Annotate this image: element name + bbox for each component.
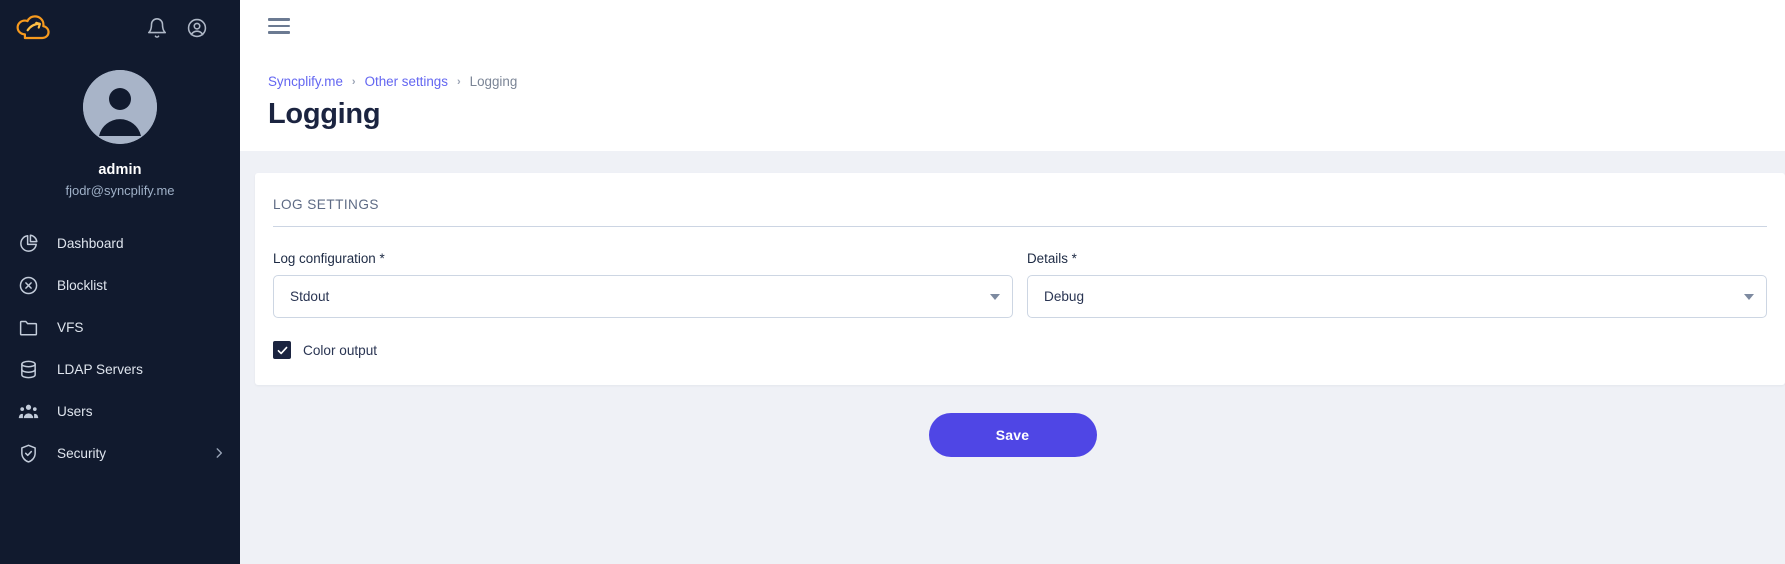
profile-username: admin	[98, 162, 142, 178]
section-title: LOG SETTINGS	[273, 197, 379, 212]
save-button[interactable]: Save	[928, 413, 1097, 457]
content-area: LOG SETTINGS Log configuration * Stdout …	[240, 151, 1785, 564]
sidebar-item-users[interactable]: Users	[0, 390, 240, 432]
sidebar-item-ldap-servers[interactable]: LDAP Servers	[0, 348, 240, 390]
shield-check-icon	[18, 443, 39, 464]
form-actions: Save	[240, 385, 1785, 457]
breadcrumb-item-root[interactable]: Syncplify.me	[268, 74, 343, 89]
main-area: Syncplify.me › Other settings › Logging …	[240, 0, 1785, 564]
form-row: Log configuration * Stdout Details * Deb…	[273, 227, 1767, 318]
sidebar-top-bar	[0, 0, 240, 56]
account-circle-icon[interactable]	[186, 17, 208, 39]
sidebar-item-security[interactable]: Security	[0, 432, 240, 474]
sidebar-item-vfs[interactable]: VFS	[0, 306, 240, 348]
page-title: Logging	[268, 98, 381, 130]
database-icon	[18, 359, 39, 380]
log-configuration-select[interactable]: Stdout	[273, 275, 1013, 318]
profile-email: fjodr@syncplify.me	[65, 183, 175, 198]
sidebar-item-label: Dashboard	[57, 235, 124, 251]
pie-chart-icon	[18, 233, 39, 254]
sidebar-item-label: LDAP Servers	[57, 361, 143, 377]
users-icon	[18, 401, 39, 422]
hamburger-menu-icon[interactable]	[268, 18, 290, 34]
circle-x-icon	[18, 275, 39, 296]
details-label: Details *	[1027, 251, 1077, 266]
sidebar-profile: admin fjodr@syncplify.me	[0, 70, 240, 198]
app-root: admin fjodr@syncplify.me Dashboard Block…	[0, 0, 1785, 564]
sidebar: admin fjodr@syncplify.me Dashboard Block…	[0, 0, 240, 564]
breadcrumb-separator: ›	[456, 75, 461, 88]
details-select[interactable]: Debug	[1027, 275, 1767, 318]
details-value: Debug	[1044, 289, 1085, 304]
sidebar-item-label: VFS	[57, 319, 84, 335]
color-output-label: Color output	[303, 342, 378, 358]
avatar[interactable]	[83, 70, 157, 144]
page-header: Syncplify.me › Other settings › Logging …	[240, 52, 1785, 151]
breadcrumb-item-current: Logging	[469, 74, 518, 89]
chevron-down-icon	[990, 293, 1000, 300]
sidebar-item-label: Blocklist	[57, 277, 107, 293]
sidebar-top-icons	[146, 17, 224, 39]
cloud-swoosh-logo-icon[interactable]	[14, 13, 54, 43]
log-configuration-label: Log configuration *	[273, 251, 385, 266]
folder-icon	[18, 317, 39, 338]
sidebar-nav: Dashboard Blocklist VFS LDAP Servers Use…	[0, 222, 240, 474]
sidebar-item-blocklist[interactable]: Blocklist	[0, 264, 240, 306]
log-configuration-field: Log configuration * Stdout	[273, 251, 1013, 318]
sidebar-item-dashboard[interactable]: Dashboard	[0, 222, 240, 264]
sidebar-item-label: Users	[57, 403, 93, 419]
log-settings-card: LOG SETTINGS Log configuration * Stdout …	[255, 173, 1785, 385]
chevron-right-icon	[212, 446, 226, 460]
color-output-checkbox[interactable]	[273, 341, 291, 359]
details-field: Details * Debug	[1027, 251, 1767, 318]
log-configuration-value: Stdout	[290, 289, 330, 304]
sidebar-item-label: Security	[57, 445, 107, 461]
breadcrumb: Syncplify.me › Other settings › Logging	[268, 74, 1757, 89]
color-output-row: Color output	[273, 318, 1767, 359]
top-bar	[240, 0, 1785, 52]
notifications-bell-icon[interactable]	[146, 17, 168, 39]
breadcrumb-separator: ›	[351, 75, 356, 88]
breadcrumb-item-other-settings[interactable]: Other settings	[365, 74, 448, 89]
chevron-down-icon	[1744, 293, 1754, 300]
